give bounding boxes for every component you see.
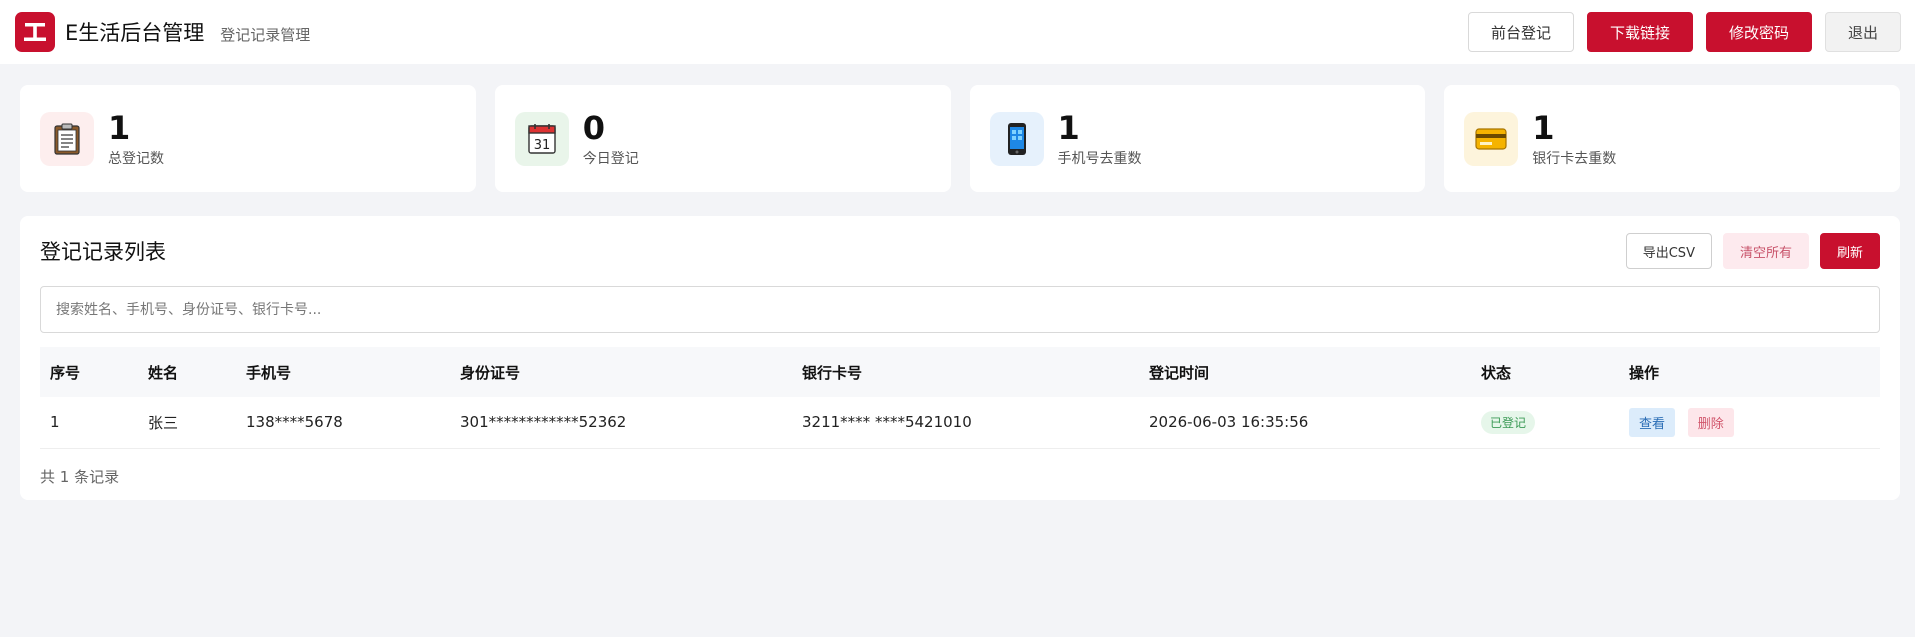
panel-title: 登记记录列表 <box>40 240 166 264</box>
download-link-button[interactable]: 下载链接 <box>1586 12 1693 52</box>
refresh-button[interactable]: 刷新 <box>1819 233 1880 269</box>
export-csv-button[interactable]: 导出CSV <box>1625 233 1712 269</box>
app-title: E生活后台管理 <box>65 21 205 45</box>
stat-value: 1 <box>1057 108 1080 147</box>
cell-actions: 查看 删除 <box>1619 397 1880 448</box>
panel-actions: 导出CSV 清空所有 刷新 <box>1625 233 1880 269</box>
column-header: 登记时间 <box>1149 363 1210 382</box>
logo-icon <box>24 23 46 41</box>
column-header: 身份证号 <box>460 363 521 382</box>
calendar-icon: 31 <box>514 111 569 166</box>
stat-card-total: 1 总登记数 <box>20 85 476 192</box>
cell-bank-card: 3211**** ****5421010 <box>802 413 972 432</box>
logout-button[interactable]: 退出 <box>1824 12 1901 52</box>
stat-label: 手机号去重数 <box>1057 150 1142 167</box>
stat-value: 1 <box>108 108 131 147</box>
stat-label: 总登记数 <box>108 150 164 167</box>
card-icon <box>1464 111 1519 166</box>
cell-name: 张三 <box>148 413 179 432</box>
phone-icon <box>989 111 1044 166</box>
panel-header: 登记记录列表 导出CSV 清空所有 刷新 <box>40 216 1880 286</box>
calendar-day-text: 31 <box>533 138 550 153</box>
header-actions: 前台登记 下载链接 修改密码 退出 <box>1467 12 1901 52</box>
delete-button[interactable]: 删除 <box>1687 407 1734 437</box>
status-badge: 已登记 <box>1481 410 1536 434</box>
stat-label: 今日登记 <box>582 150 639 167</box>
view-button[interactable]: 查看 <box>1629 407 1676 437</box>
cell-status: 已登记 <box>1471 397 1619 448</box>
logo <box>15 12 55 52</box>
search-input[interactable] <box>40 286 1880 333</box>
page-subtitle: 登记记录管理 <box>220 25 311 44</box>
stat-card-bankcard: 1 银行卡去重数 <box>1444 85 1900 192</box>
cell-phone: 138****5678 <box>246 413 343 432</box>
stat-value: 1 <box>1532 108 1555 147</box>
table-header-row: 序号 姓名 手机号 身份证号 银行卡号 登记时间 状态 操作 <box>40 347 1880 397</box>
stats-row: 1 总登记数 31 0 今日登记 1 手机号去重数 1 银行卡去重数 <box>20 85 1900 192</box>
brand: E生活后台管理 登记记录管理 <box>15 12 310 52</box>
clipboard-icon <box>40 111 94 166</box>
top-header: E生活后台管理 登记记录管理 前台登记 下载链接 修改密码 退出 <box>0 0 1915 64</box>
change-password-button[interactable]: 修改密码 <box>1705 12 1812 52</box>
records-panel: 登记记录列表 导出CSV 清空所有 刷新 序号 姓名 手机号 身份证号 银行卡号… <box>20 216 1900 500</box>
stat-label: 银行卡去重数 <box>1532 150 1617 167</box>
column-header: 手机号 <box>246 363 292 382</box>
front-register-button[interactable]: 前台登记 <box>1467 12 1574 52</box>
column-header: 状态 <box>1481 363 1512 382</box>
stat-value: 0 <box>582 108 606 147</box>
column-header: 银行卡号 <box>802 363 863 382</box>
clear-all-button[interactable]: 清空所有 <box>1722 233 1809 269</box>
stat-card-today: 31 0 今日登记 <box>494 85 951 192</box>
record-count: 共 1 条记录 <box>40 467 120 486</box>
cell-time: 2026-06-03 16:35:56 <box>1149 413 1309 432</box>
table-row: 1 张三 138****5678 301************52362 32… <box>40 397 1880 448</box>
cell-id-number: 301************52362 <box>460 413 627 432</box>
column-header: 姓名 <box>148 363 179 382</box>
cell-index: 1 <box>50 413 60 432</box>
column-header: 序号 <box>50 363 81 382</box>
column-header: 操作 <box>1629 363 1660 382</box>
records-table: 序号 姓名 手机号 身份证号 银行卡号 登记时间 状态 操作 1 张三 138*… <box>40 347 1880 449</box>
stat-card-phone: 1 手机号去重数 <box>969 85 1426 192</box>
